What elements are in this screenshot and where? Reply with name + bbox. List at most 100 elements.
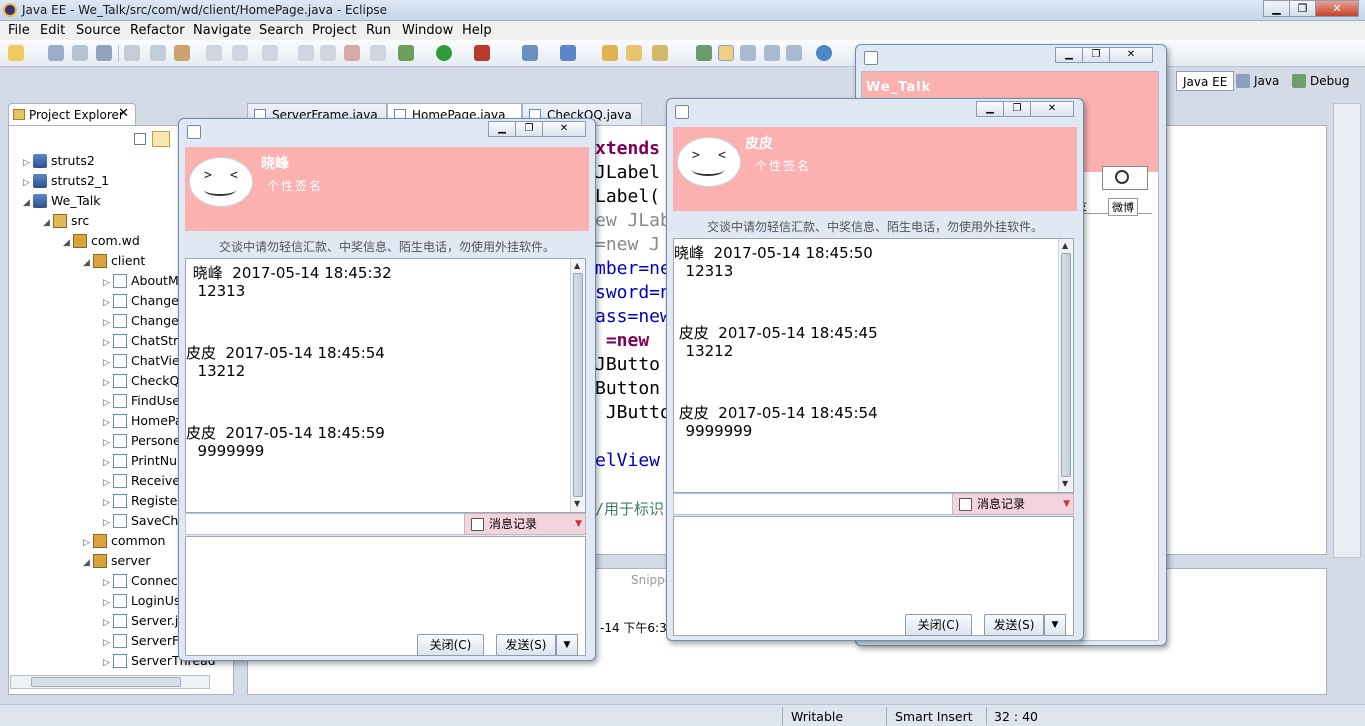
message-input[interactable]: 关闭(C) 发送(S) ▼ <box>673 516 1074 636</box>
save-all-icon[interactable] <box>72 45 88 61</box>
send-options-button[interactable]: ▼ <box>1044 614 1066 636</box>
tree-item[interactable]: ▷ Persone <box>103 431 181 451</box>
expand-toggle-icon[interactable]: ▷ <box>103 393 113 413</box>
expand-toggle-icon[interactable]: ▷ <box>103 413 113 433</box>
maximize-button[interactable]: ❐ <box>1003 101 1031 117</box>
perspective-debug[interactable]: Debug <box>1292 71 1349 91</box>
tree-item[interactable]: ▷ ServerFr <box>103 631 183 651</box>
maximize-button[interactable]: ❐ <box>515 121 543 137</box>
close-button[interactable]: ✕ <box>542 121 586 137</box>
tab-weibo[interactable]: 微博 <box>1108 198 1138 216</box>
step-icon[interactable] <box>298 45 314 61</box>
message-history-button[interactable]: 消息记录 ▼ <box>952 493 1074 515</box>
tree-item[interactable]: ▷ Server.ja <box>103 611 186 631</box>
tree-item[interactable]: ▷ FindUse <box>103 391 180 411</box>
open-folder-icon[interactable] <box>626 45 642 61</box>
web-browser-icon[interactable] <box>816 45 832 61</box>
run-icon[interactable] <box>436 45 452 61</box>
expand-toggle-icon[interactable]: ◢ <box>83 253 93 273</box>
show-whitespace-icon[interactable] <box>786 45 802 61</box>
expand-toggle-icon[interactable]: ◢ <box>63 233 73 253</box>
tree-item[interactable]: ▷ ChatStra <box>103 331 186 351</box>
project-explorer-tab[interactable]: Project Explorer ✕ <box>8 103 136 125</box>
maximize-button[interactable]: ❐ <box>1289 0 1316 17</box>
maximize-button[interactable]: ❐ <box>1082 47 1110 63</box>
expand-toggle-icon[interactable]: ▷ <box>23 153 33 173</box>
close-chat-button[interactable]: 关闭(C) <box>905 614 972 636</box>
send-button[interactable]: 发送(S) <box>984 614 1044 636</box>
tree-item[interactable]: ▷ Register <box>103 491 182 511</box>
mark-icon[interactable] <box>740 45 756 61</box>
pen-icon[interactable] <box>652 45 668 61</box>
scroll-down-icon[interactable]: ▼ <box>1062 479 1068 488</box>
expand-toggle-icon[interactable]: ▷ <box>103 513 113 533</box>
menu-source[interactable]: Source <box>76 23 121 38</box>
tree-item[interactable]: ◢ We_Talk <box>23 191 101 211</box>
perspective-javaee[interactable]: Java EE <box>1176 71 1235 91</box>
close-button[interactable]: ✕ <box>1315 0 1359 17</box>
close-button[interactable]: ✕ <box>1030 101 1074 117</box>
tree-item[interactable]: ▷ Connect <box>103 571 183 591</box>
scroll-down-icon[interactable]: ▼ <box>574 499 580 508</box>
tree-item[interactable]: ▷ HomePa <box>103 411 183 431</box>
expand-toggle-icon[interactable]: ▷ <box>103 353 113 373</box>
expand-toggle-icon[interactable]: ▷ <box>103 573 113 593</box>
tree-item[interactable]: ▷ PrintNur <box>103 451 182 471</box>
expand-toggle-icon[interactable]: ▷ <box>103 453 113 473</box>
tree-item[interactable]: ▷ ChangeI <box>103 291 183 311</box>
scroll-up-icon[interactable]: ▲ <box>574 261 580 270</box>
expand-toggle-icon[interactable]: ◢ <box>23 193 33 213</box>
tree-item[interactable]: ◢ server <box>83 551 151 571</box>
menu-project[interactable]: Project <box>312 23 356 38</box>
menu-help[interactable]: Help <box>462 23 492 38</box>
tree-item[interactable]: ◢ client <box>83 251 145 271</box>
menu-run[interactable]: Run <box>366 23 391 38</box>
tree-item[interactable]: ▷ ChatView <box>103 351 190 371</box>
message-scrollbar[interactable]: ▲ ▼ <box>1058 239 1073 492</box>
expand-toggle-icon[interactable]: ▷ <box>103 333 113 353</box>
expand-toggle-icon[interactable]: ▷ <box>103 433 113 453</box>
expand-toggle-icon[interactable]: ▷ <box>103 613 113 633</box>
tree-item[interactable]: ▷ AboutM <box>103 271 179 291</box>
minimize-button[interactable]: ▁ <box>1055 47 1083 63</box>
tree-item[interactable]: ▷ SaveCha <box>103 511 186 531</box>
expand-toggle-icon[interactable]: ▷ <box>103 373 113 393</box>
new-class-icon[interactable] <box>560 45 576 61</box>
tree-item[interactable]: ◢ src <box>43 211 89 231</box>
search-button[interactable] <box>1102 166 1148 190</box>
disconnect-icon[interactable] <box>370 45 386 61</box>
menu-search[interactable]: Search <box>259 23 304 38</box>
annotation-icon[interactable] <box>696 45 712 61</box>
menu-edit[interactable]: Edit <box>40 23 65 38</box>
debug-icon[interactable] <box>398 45 414 61</box>
close-chat-button[interactable]: 关闭(C) <box>417 634 484 656</box>
send-button[interactable]: 发送(S) <box>496 634 556 656</box>
external-tools-icon[interactable] <box>474 45 490 61</box>
stop-icon[interactable] <box>344 45 360 61</box>
toggle-comment-icon[interactable] <box>764 45 780 61</box>
expand-toggle-icon[interactable]: ▷ <box>103 273 113 293</box>
tree-item[interactable]: ▷ ChangeI <box>103 311 183 331</box>
open-type-icon[interactable] <box>602 45 618 61</box>
expand-toggle-icon[interactable]: ▷ <box>103 653 113 673</box>
forward-icon[interactable] <box>262 45 278 61</box>
tool-icon[interactable] <box>174 45 190 61</box>
collapse-all-icon[interactable] <box>134 133 146 145</box>
new-java-project-icon[interactable] <box>522 45 538 61</box>
redo-icon[interactable] <box>232 45 248 61</box>
tree-item[interactable]: ▷ Receive <box>103 471 180 491</box>
tree-item[interactable]: ▷ struts2 <box>23 151 95 171</box>
minimize-button[interactable]: ▁ <box>976 101 1004 117</box>
tree-item[interactable]: ▷ LoginUs <box>103 591 180 611</box>
tree-item[interactable]: ▷ CheckQ <box>103 371 179 391</box>
save-icon[interactable] <box>48 45 64 61</box>
tree-item[interactable]: ◢ com.wd <box>63 231 140 251</box>
pause-icon[interactable] <box>320 45 336 61</box>
explorer-hscrollbar[interactable] <box>10 675 210 689</box>
pin-icon[interactable] <box>124 45 140 61</box>
send-options-button[interactable]: ▼ <box>556 634 578 656</box>
undo-icon[interactable] <box>206 45 222 61</box>
expand-toggle-icon[interactable]: ▷ <box>103 473 113 493</box>
expand-toggle-icon[interactable]: ▷ <box>103 493 113 513</box>
close-button[interactable]: ✕ <box>1109 47 1153 63</box>
